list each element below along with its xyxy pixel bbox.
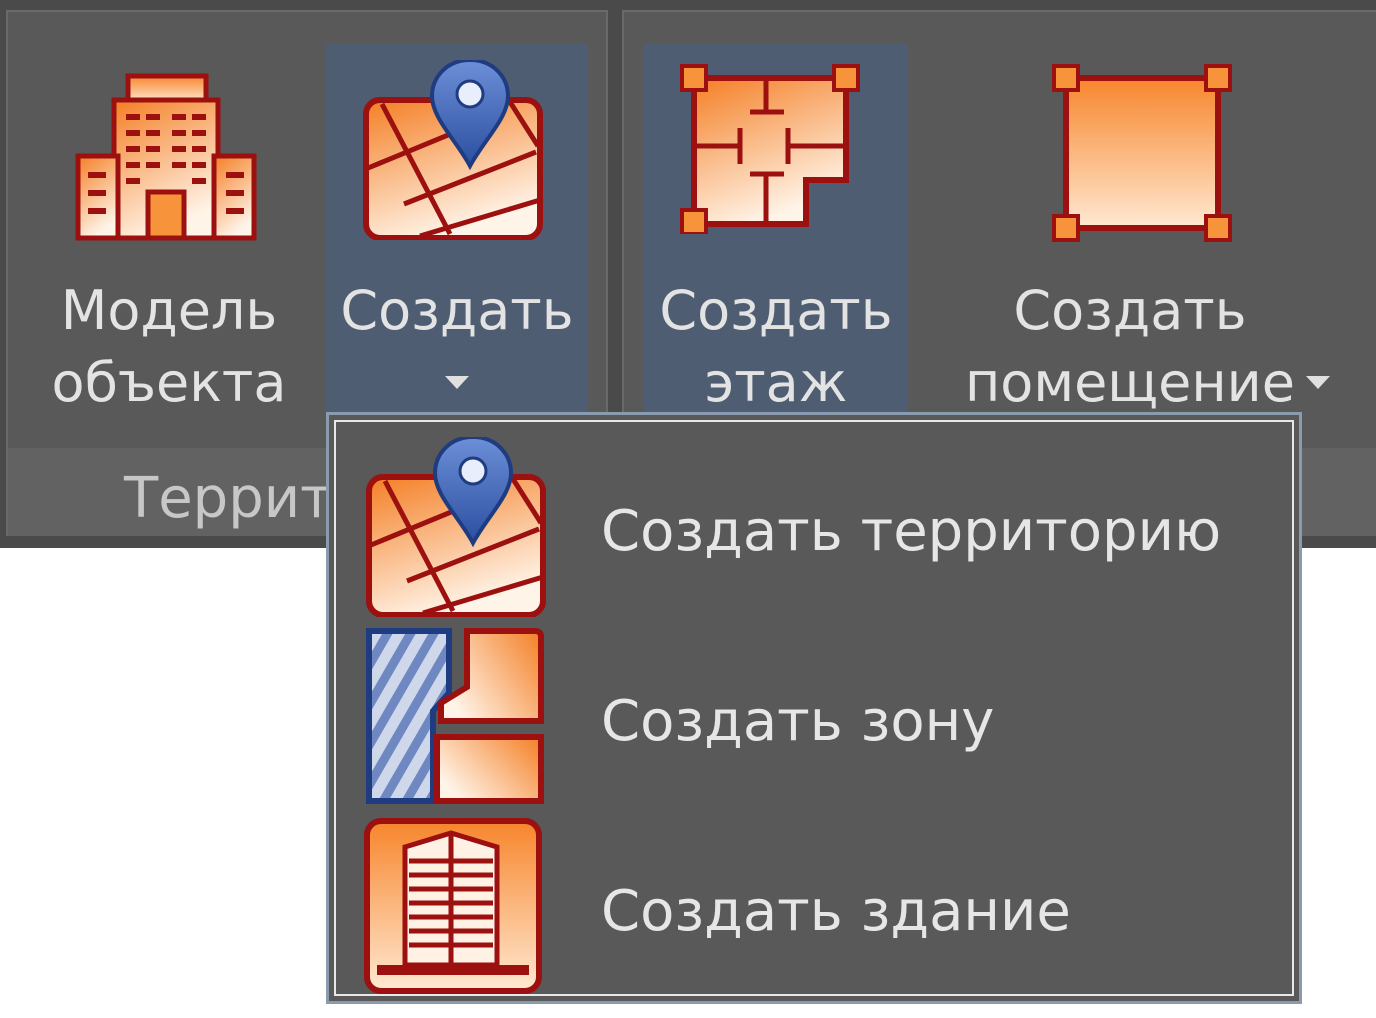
chevron-down-icon[interactable] [1306,376,1330,389]
room-icon [1052,64,1232,242]
map-pin-icon [363,60,543,240]
zone-icon [366,628,544,804]
model-object-button[interactable]: Модель объекта [26,52,312,432]
menu-item-create-building[interactable]: Создать здание [359,811,1279,997]
building-icon [364,818,542,994]
create-room-button[interactable]: Создать помещение [934,44,1354,424]
floor-plan-icon [680,64,860,234]
menu-item-label: Создать территорию [601,499,1222,564]
create-dropdown-menu: Создать территорию Создать зону Создать … [326,412,1302,1004]
create-territory-split-button[interactable]: Создать [326,44,588,424]
create-floor-label-line2: этаж [704,351,848,414]
map-pin-icon [366,437,546,617]
buildings-icon [75,73,257,241]
territory-panel-label: Террит [124,466,333,531]
chevron-down-icon [445,376,469,389]
menu-item-create-zone[interactable]: Создать зону [359,621,1279,807]
create-floor-button[interactable]: Создать этаж [644,44,908,424]
create-room-label-line2: помещение [964,351,1295,414]
menu-item-label: Создать зону [601,689,995,754]
create-label: Создать [340,279,574,342]
menu-item-create-territory[interactable]: Создать территорию [359,431,1279,617]
model-object-label-line1: Модель [60,279,278,342]
create-floor-label-line1: Создать [659,279,893,342]
menu-item-label: Создать здание [601,879,1071,944]
create-room-label-line1: Создать [1013,279,1247,342]
model-object-label-line2: объекта [51,351,287,414]
